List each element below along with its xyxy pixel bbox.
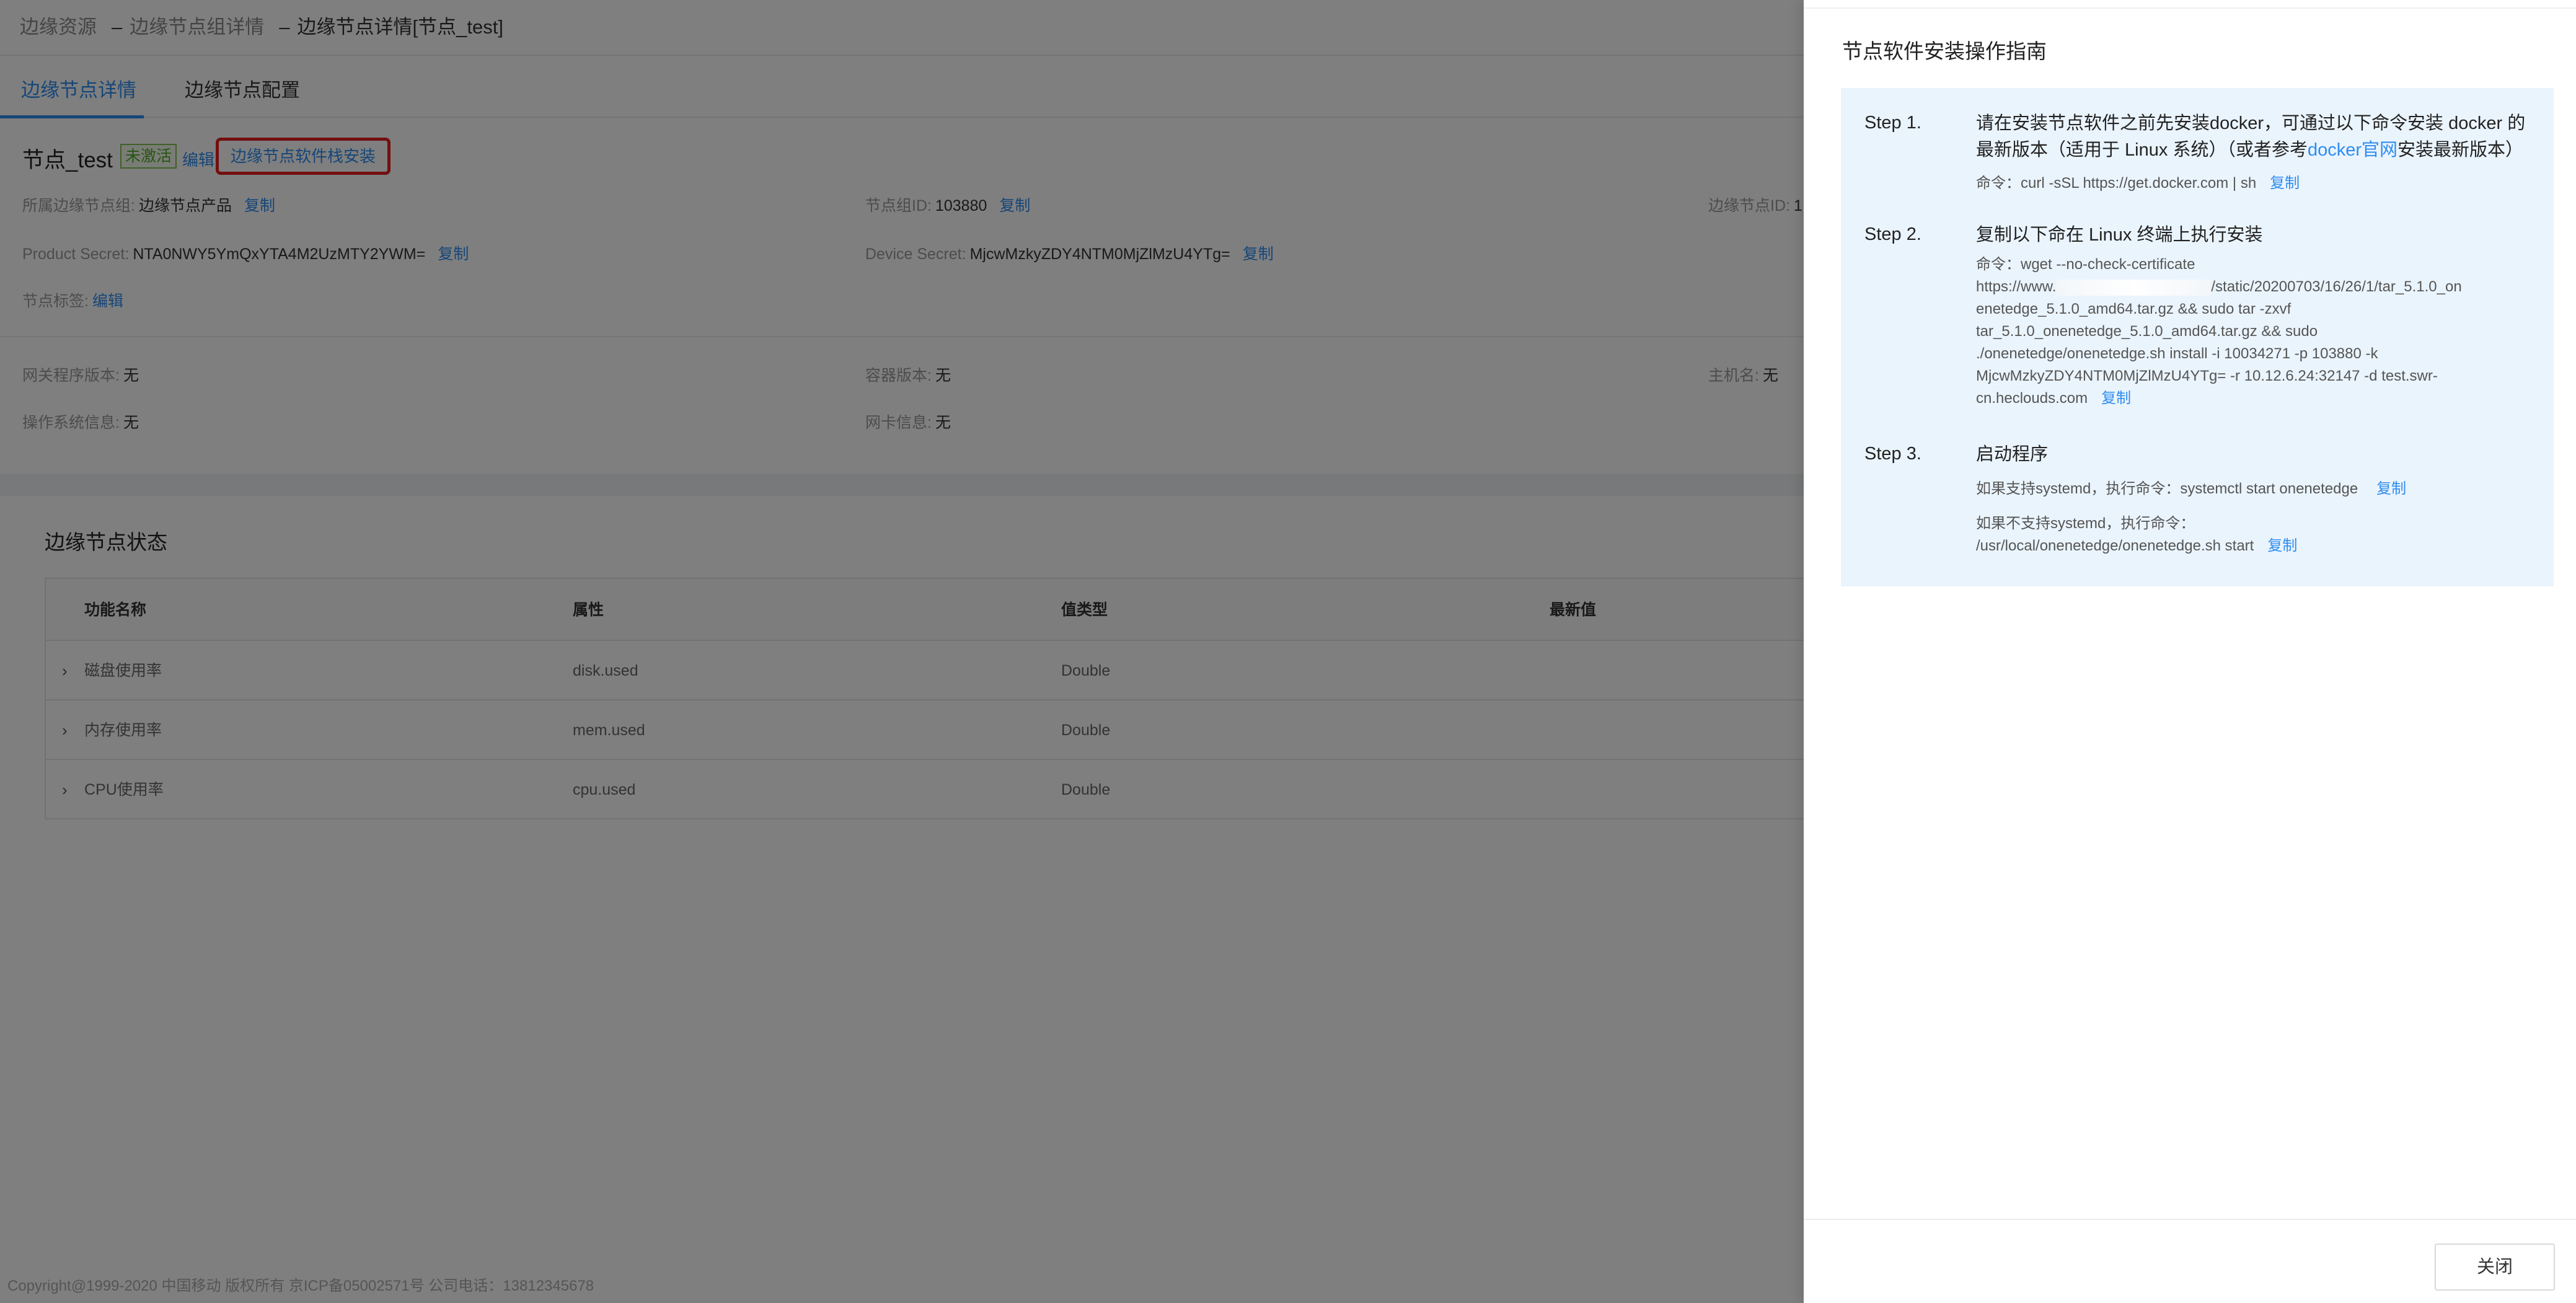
copy-step-3-nosystemd-button[interactable]: 复制 xyxy=(2267,537,2297,554)
docker-official-link[interactable]: docker官网 xyxy=(2308,140,2397,160)
step-2-cmd-line4: tar_5.1.0_onenetedge_5.1.0_amd64.tar.gz … xyxy=(1976,323,2318,340)
step-3-nosystemd-line1: 如果不支持systemd，执行命令： xyxy=(1976,515,2195,532)
step-1-head-text-tail: 安装最新版本） xyxy=(2397,140,2524,160)
step-3-nosystemd-command: 如果不支持systemd，执行命令： /usr/local/onenetedge… xyxy=(1976,513,2534,557)
divider xyxy=(1804,7,2576,9)
step-3-systemd-command: 如果支持systemd，执行命令：systemctl start onenete… xyxy=(1976,478,2534,500)
step-3-body: 启动程序 如果支持systemd，执行命令：systemctl start on… xyxy=(1976,441,2534,557)
drawer-title: 节点软件安装操作指南 xyxy=(1842,40,2047,63)
drawer-footer-divider xyxy=(1804,1219,2576,1220)
step-2-cmd-url-end: /static/20200703/16/26/1/tar_5.1.0_on xyxy=(2211,278,2462,295)
step-2-cmd-url-start: https://www. xyxy=(1976,278,2057,295)
step-2-head: 复制以下命在 Linux 终端上执行安装 xyxy=(1976,225,2263,245)
step-2-cmd-line2: https://www. /static/20200703/16/26/1/tar… xyxy=(1976,276,2534,298)
close-button[interactable]: 关闭 xyxy=(2435,1243,2555,1291)
step-1-command-text: 命令：curl -sSL https://get.docker.com | sh xyxy=(1976,175,2257,192)
step-3-label: Step 3. xyxy=(1864,444,1921,464)
step-2-label: Step 2. xyxy=(1864,224,1921,244)
step-2-cmd-line3: enetedge_5.1.0_amd64.tar.gz && sudo tar … xyxy=(1976,301,2291,317)
step-1-command: 命令：curl -sSL https://get.docker.com | sh… xyxy=(1976,172,2534,195)
step-2-cmd-line6: MjcwMzkyZDY4NTM0MjZlMzU4YTg= -r 10.12.6.… xyxy=(1976,368,2438,384)
step-1-head-line2: 最新版本（适用于 Linux 系统）（或者参考docker官网安装最新版本） xyxy=(1976,137,2534,164)
step-3-nosystemd-line2: /usr/local/onenetedge/onenetedge.sh star… xyxy=(1976,535,2534,557)
step-1-head-text: 最新版本（适用于 Linux 系统）（或者参考 xyxy=(1976,140,2308,160)
install-guide-drawer: 节点软件安装操作指南 Step 1. 请在安装节点软件之前先安装docker，可… xyxy=(1804,0,2576,1303)
copy-step-1-button[interactable]: 复制 xyxy=(2270,175,2300,192)
page: 边缘资源–边缘节点组详情–边缘节点详情[节点_test] 边缘节点详情 边缘节点… xyxy=(0,0,2576,1303)
copy-step-2-button[interactable]: 复制 xyxy=(2101,390,2131,407)
step-1-label: Step 1. xyxy=(1864,113,1921,133)
install-steps-panel: Step 1. 请在安装节点软件之前先安装docker，可通过以下命令安装 do… xyxy=(1841,88,2554,586)
step-2-body: 复制以下命在 Linux 终端上执行安装 命令：wget --no-check-… xyxy=(1976,222,2534,410)
step-3-head: 启动程序 xyxy=(1976,444,2049,464)
step-2-cmd-line7: cn.heclouds.com 复制 xyxy=(1976,387,2534,410)
step-1-head-line1: 请在安装节点软件之前先安装docker，可通过以下命令安装 docker 的 xyxy=(1976,113,2526,133)
step-2-cmd-line1: 命令：wget --no-check-certificate xyxy=(1976,256,2195,273)
step-2-cmd-line7-text: cn.heclouds.com xyxy=(1976,390,2088,407)
copy-step-3-systemd-button[interactable]: 复制 xyxy=(2376,480,2406,497)
redacted-host xyxy=(2056,279,2212,296)
step-3-nosystemd-text: /usr/local/onenetedge/onenetedge.sh star… xyxy=(1976,537,2254,554)
step-2-command: 命令：wget --no-check-certificate https://w… xyxy=(1976,254,2534,410)
step-1-body: 请在安装节点软件之前先安装docker，可通过以下命令安装 docker 的 最… xyxy=(1976,110,2534,195)
step-2-cmd-line5: ./onenetedge/onenetedge.sh install -i 10… xyxy=(1976,345,2378,362)
drawer-mask-overlay[interactable] xyxy=(0,0,1804,1303)
step-3-systemd-text: 如果支持systemd，执行命令：systemctl start onenete… xyxy=(1976,480,2358,497)
